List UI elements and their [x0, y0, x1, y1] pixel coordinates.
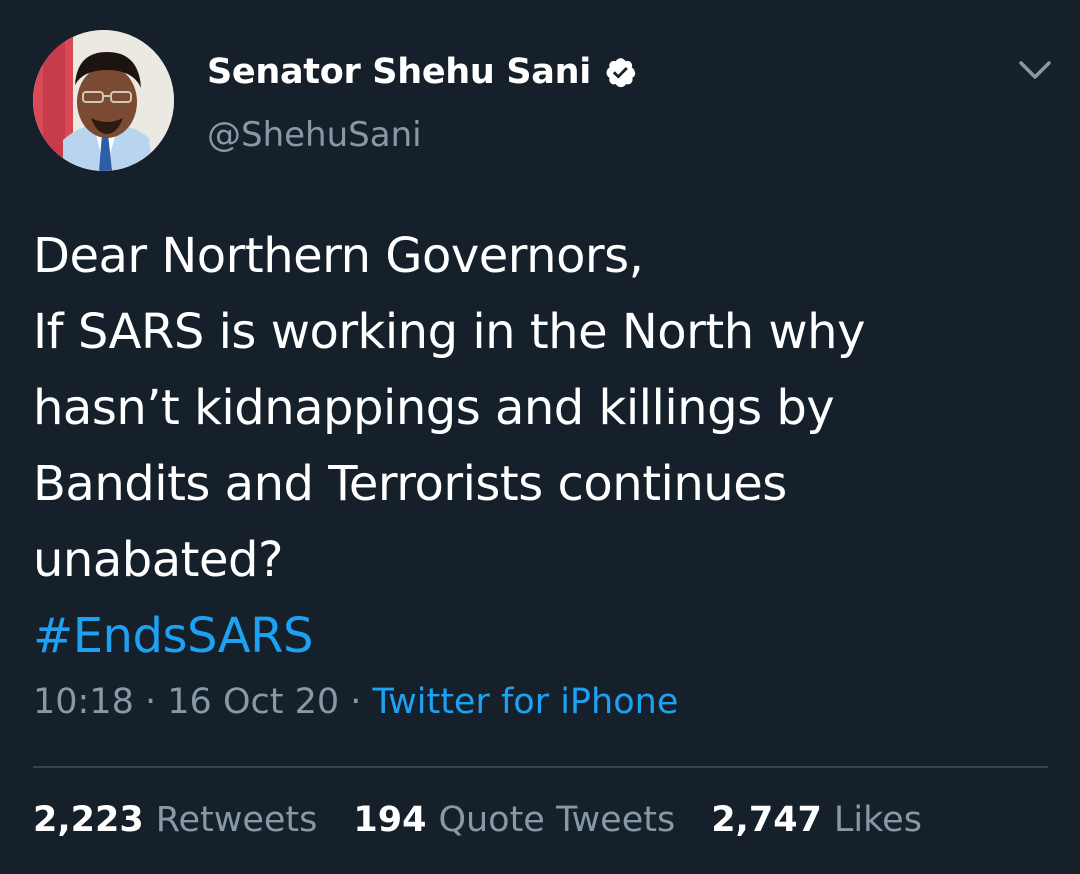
tweet-text: Dear Northern Governors, If SARS is work… — [33, 218, 1043, 674]
chevron-down-icon[interactable] — [1015, 55, 1055, 85]
retweets-stat[interactable]: 2,223 Retweets — [33, 800, 317, 840]
profile-photo — [33, 30, 174, 171]
tweet-text-line: If SARS is working in the North why — [33, 304, 865, 360]
tweet-text-line: hasn’t kidnappings and killings by — [33, 380, 835, 436]
author-display-name[interactable]: Senator Shehu Sani — [207, 52, 591, 92]
divider — [33, 766, 1048, 768]
meta-separator: · — [350, 682, 373, 722]
likes-count: 2,747 — [711, 800, 822, 840]
tweet-source-link[interactable]: Twitter for iPhone — [373, 682, 679, 722]
tweet-text-line: Dear Northern Governors, — [33, 228, 644, 284]
tweet-time[interactable]: 10:18 — [33, 682, 134, 722]
quote-tweets-count: 194 — [353, 800, 427, 840]
likes-label: Likes — [833, 800, 922, 840]
tweet-text-line: unabated? — [33, 532, 283, 588]
quote-tweets-label: Quote Tweets — [438, 800, 676, 840]
likes-stat[interactable]: 2,747 Likes — [711, 800, 922, 840]
author-handle[interactable]: @ShehuSani — [207, 115, 422, 155]
tweet-detail: Senator Shehu Sani @ShehuSani Dear North… — [0, 0, 1080, 874]
tweet-meta: 10:18 · 16 Oct 20 · Twitter for iPhone — [33, 682, 678, 722]
meta-separator: · — [145, 682, 168, 722]
quote-tweets-stat[interactable]: 194 Quote Tweets — [353, 800, 675, 840]
tweet-text-line: Bandits and Terrorists continues — [33, 456, 787, 512]
hashtag-link[interactable]: #EndsSARS — [33, 598, 1043, 674]
verified-badge-icon — [603, 55, 637, 89]
tweet-stats: 2,223 Retweets 194 Quote Tweets 2,747 Likes — [33, 800, 958, 840]
author-name-row[interactable]: Senator Shehu Sani — [207, 50, 637, 94]
tweet-date[interactable]: 16 Oct 20 — [167, 682, 339, 722]
retweets-label: Retweets — [155, 800, 318, 840]
retweets-count: 2,223 — [33, 800, 144, 840]
avatar[interactable] — [33, 30, 174, 171]
